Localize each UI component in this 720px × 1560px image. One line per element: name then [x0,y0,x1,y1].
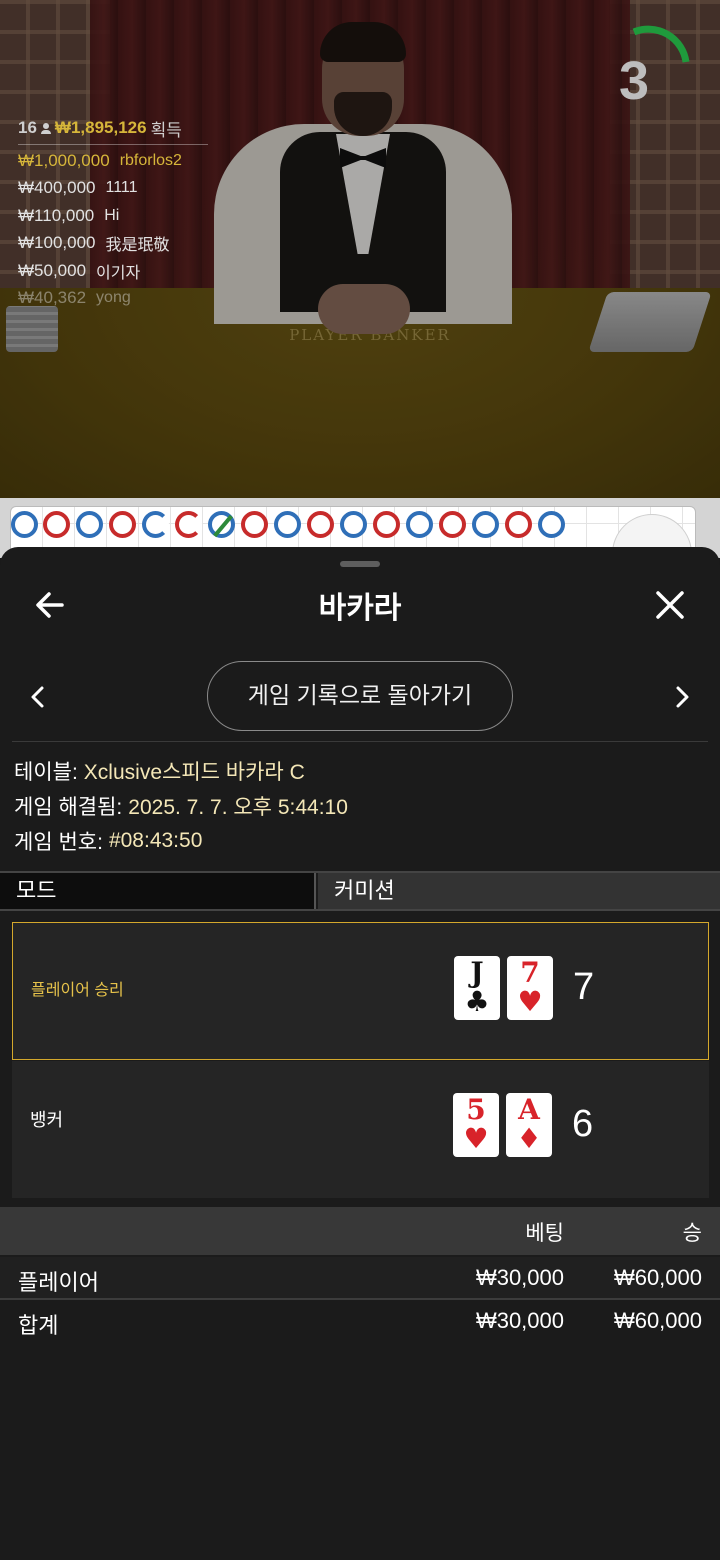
road-bead-banker [373,511,400,538]
win-amount: ₩60,000 [613,1265,702,1290]
winner-name: Hi [104,206,120,224]
total-label: 합계 [18,1313,59,1338]
back-to-history-button[interactable]: 게임 기록으로 돌아가기 [207,661,513,731]
tab-mode[interactable]: 모드 [0,873,316,909]
back-arrow-icon[interactable] [30,585,70,625]
divider [12,741,708,742]
winner-row: ₩400,000 1111 [18,175,218,203]
winner-row: ₩50,000 이기자 [18,257,218,285]
close-icon[interactable] [650,585,690,625]
playing-card: J ♣ [454,956,500,1020]
total-row: 합계 ₩30,000 ₩60,000 [0,1300,720,1342]
club-suit-icon: ♣ [464,985,490,1018]
card-rank: 7 [520,956,540,989]
total-bet-amount: ₩30,000 [475,1308,564,1333]
winner-amount: ₩400,000 [18,178,96,198]
info-value: #08:43:50 [108,828,203,852]
winner-amount: ₩40,362 [18,288,87,308]
banker-result-label: 뱅커 [30,1110,64,1130]
winner-amount: ₩100,000 [18,233,96,253]
road-bead-banker [109,511,136,538]
card-rank: 5 [466,1093,486,1126]
winner-row: ₩1,000,000 rbforlos2 [18,147,218,175]
winner-row: ₩100,000 我是珉敬 [18,230,218,258]
winner-name: 我是珉敬 [105,237,170,255]
info-value: Xclusive스피드 바카라 C [83,760,305,784]
chevron-right-icon[interactable] [666,681,698,713]
person-icon [40,122,51,134]
road-bead-banker [505,511,532,538]
winner-amount: ₩110,000 [18,205,95,225]
winners-list: 16 ₩1,895,126 획득 ₩1,000,000 rbforlos2 ₩4… [18,116,218,312]
game-info: 테이블: Xclusive스피드 바카라 C 게임 해결됨: 2025. 7. … [14,753,704,858]
sheet-header: 바카라 [0,571,720,635]
info-label: 게임 해결됨: [14,795,123,819]
card-rank: A [518,1093,540,1126]
winner-row: ₩40,362 yong [18,285,218,313]
bet-label: 플레이어 [18,1270,99,1295]
winners-divider [18,144,208,145]
game-details-sheet: 바카라 게임 기록으로 돌아가기 테이블: Xclusive스피드 바카라 C … [0,547,720,1560]
road-bead-banker [439,511,466,538]
countdown-timer: 3 [618,51,650,111]
player-result-label: 플레이어 승리 [31,982,124,999]
winner-name: yong [96,289,131,307]
winners-total: ₩1,895,126 [54,118,147,137]
road-bead-player [406,511,433,538]
playing-card: 5 ♥ [453,1093,499,1157]
playing-card: A ♦ [506,1093,552,1157]
info-value: 2025. 7. 7. 오후 5:44:10 [128,795,348,819]
info-resolved: 게임 해결됨: 2025. 7. 7. 오후 5:44:10 [14,788,704,823]
info-table: 테이블: Xclusive스피드 바카라 C [14,753,704,788]
mode-tabs: 모드 커미션 [0,871,720,911]
total-win-amount: ₩60,000 [613,1308,702,1333]
info-game-number: 게임 번호: #08:43:50 [14,823,704,858]
road-bead-player [340,511,367,538]
road-bead-player [274,511,301,538]
winner-name: 1111 [105,179,138,197]
road-bead-banker [307,511,334,538]
tab-commission[interactable]: 커미션 [318,873,720,909]
column-header-bet: 베팅 [525,1222,564,1245]
road-bead-player [76,511,103,538]
winners-header: 16 ₩1,895,126 획득 [18,116,218,140]
bet-amount: ₩30,000 [475,1265,564,1290]
table-row: 플레이어 ₩30,000 ₩60,000 [0,1257,720,1299]
player-outcome: 플레이어 승리 J ♣ 7 ♥ 7 [12,922,709,1060]
drag-handle[interactable] [340,561,380,567]
winner-name: rbforlos2 [119,151,182,169]
winner-row: ₩110,000 Hi [18,202,218,230]
page-title: 바카라 [318,592,402,625]
chevron-left-icon[interactable] [22,681,54,713]
road-bead-banker [43,511,70,538]
road-bead-player [142,511,169,538]
road-bead-player [11,511,38,538]
playing-card: 7 ♥ [507,956,553,1020]
road-bead-player [472,511,499,538]
card-rank: J [470,956,484,989]
road-bead-banker [175,511,202,538]
banker-outcome: 뱅커 5 ♥ A ♦ 6 [12,1061,709,1198]
road-bead-player [538,511,565,538]
winner-name: 이기자 [96,264,141,282]
info-label: 게임 번호: [14,830,103,854]
road-bead-banker [241,511,268,538]
winners-total-label: 획득 [150,120,182,140]
history-nav: 게임 기록으로 돌아가기 [0,661,720,733]
player-score: 7 [573,966,595,1008]
column-header-win: 승 [682,1222,702,1245]
winner-amount: ₩50,000 [18,260,87,280]
bets-table-header: 베팅 승 [0,1207,720,1255]
winners-count: 16 [18,118,37,137]
winner-amount: ₩1,000,000 [18,150,110,170]
info-label: 테이블: [14,760,78,784]
banker-score: 6 [572,1103,594,1145]
heart-suit-icon: ♥ [463,1122,489,1155]
heart-suit-icon: ♥ [517,985,543,1018]
diamond-suit-icon: ♦ [516,1122,542,1155]
